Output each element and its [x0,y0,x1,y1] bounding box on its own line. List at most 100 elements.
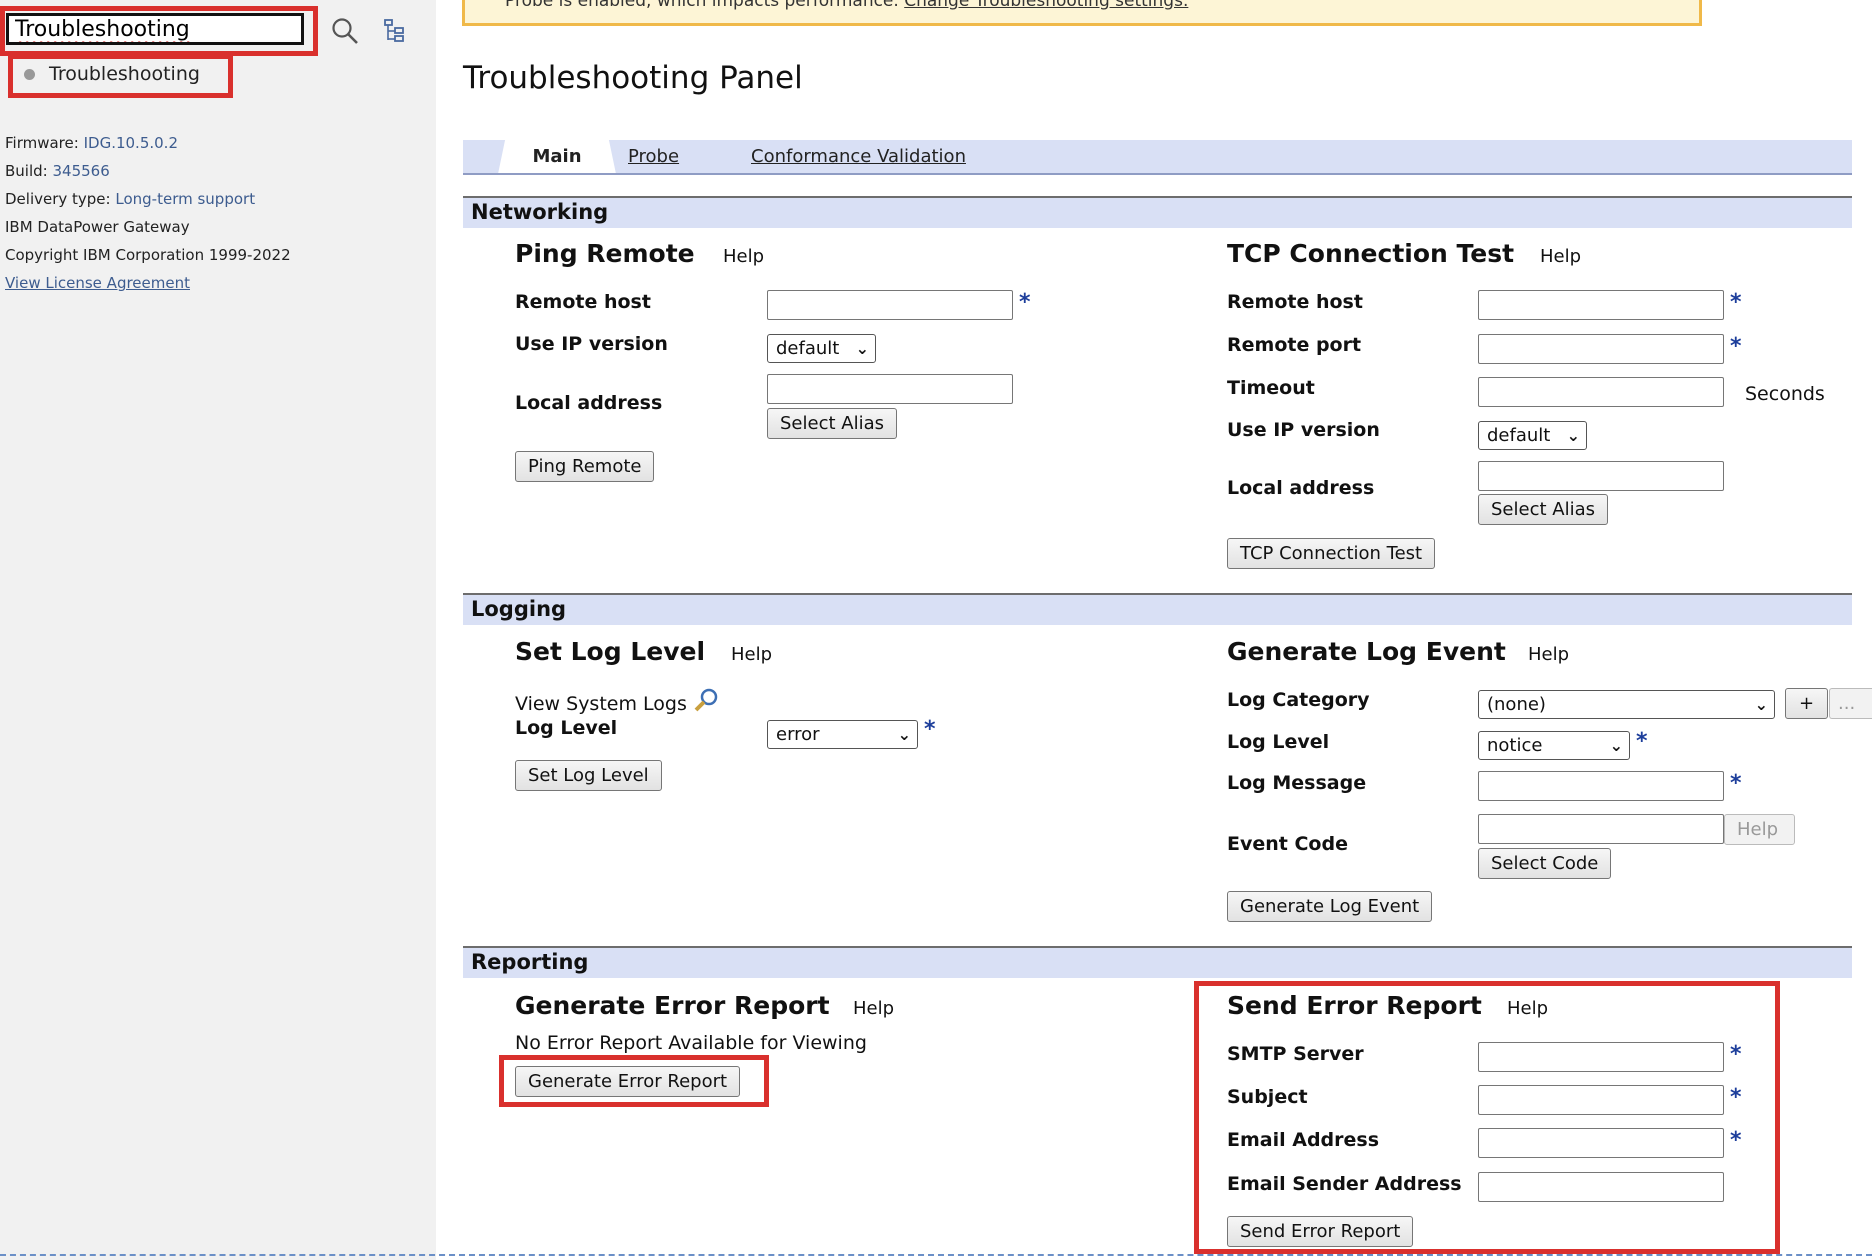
section-logging: Logging [463,593,1852,625]
set-log-level-help[interactable]: Help [731,644,772,665]
tab-bar: Main Probe Conformance Validation [463,140,1852,174]
required-mark: * [1730,771,1742,796]
ping-local-address-input[interactable] [767,374,1013,404]
tcp-test-help[interactable]: Help [1540,246,1581,267]
subject-input[interactable] [1478,1085,1724,1115]
tcp-connection-test-button[interactable]: TCP Connection Test [1227,538,1436,569]
generate-log-event-title: Generate Log Event [1227,637,1506,666]
frame-boundary [0,1254,1872,1256]
magnifier-icon [694,688,718,712]
section-networking: Networking [463,196,1852,228]
required-mark: * [1730,1128,1742,1153]
event-code-label: Event Code [1227,833,1348,855]
nav-item-troubleshooting[interactable]: Troubleshooting [22,61,200,87]
set-log-level-title: Set Log Level [515,637,706,666]
ping-local-address-label: Local address [515,392,663,414]
tcp-remote-port-label: Remote port [1227,334,1362,356]
copyright-text: Copyright IBM Corporation 1999-2022 [5,246,291,264]
ping-remote-title: Ping Remote [515,239,695,268]
tcp-local-address-label: Local address [1227,477,1375,499]
tcp-seconds-unit: Seconds [1745,383,1825,405]
required-mark: * [924,717,936,742]
section-reporting: Reporting [463,946,1852,978]
ping-ip-version-select[interactable]: default ⌄ [767,334,876,363]
edit-category-button[interactable]: ... [1829,688,1872,719]
page-title: Troubleshooting Panel [463,60,803,96]
chevron-down-icon: ⌄ [855,339,869,358]
set-log-level-button[interactable]: Set Log Level [515,760,662,791]
send-report-highlight [1194,981,1780,1254]
ping-select-alias-button[interactable]: Select Alias [767,408,897,439]
chevron-down-icon: ⌄ [1754,695,1768,714]
delivery-type-info: Delivery type: Long-term support [5,190,256,208]
tab-main[interactable]: Main [498,140,616,174]
chevron-down-icon: ⌄ [1566,426,1580,445]
required-mark: * [1019,290,1031,315]
sidebar: Troubleshooting Firmware: IDG.10.5.0.2 B… [0,0,436,1260]
firmware-info: Firmware: IDG.10.5.0.2 [5,134,178,152]
nav-item-label: Troubleshooting [49,63,200,85]
subject-label: Subject [1227,1086,1308,1108]
view-license-link[interactable]: View License Agreement [5,274,190,292]
tab-probe[interactable]: Probe [628,140,679,174]
view-system-logs-link[interactable]: View System Logs [515,686,721,715]
bullet-icon [24,68,35,80]
product-name: IBM DataPower Gateway [5,218,190,236]
ping-remote-host-label: Remote host [515,291,651,313]
license-link-row: View License Agreement [5,274,190,292]
tcp-remote-port-input[interactable] [1478,334,1724,364]
required-mark: * [1730,290,1742,315]
tcp-test-title: TCP Connection Test [1227,239,1515,268]
smtp-server-input[interactable] [1478,1042,1724,1072]
event-code-input[interactable] [1478,814,1724,844]
log-category-label: Log Category [1227,689,1370,711]
generate-error-report-help[interactable]: Help [853,998,894,1019]
search-icon[interactable] [330,16,360,46]
send-error-report-button[interactable]: Send Error Report [1227,1216,1414,1247]
tree-view-icon[interactable] [383,18,407,44]
chevron-down-icon: ⌄ [1609,736,1623,755]
tcp-local-address-input[interactable] [1478,461,1724,491]
tcp-remote-host-label: Remote host [1227,291,1363,313]
tcp-remote-host-input[interactable] [1478,290,1724,320]
email-sender-label: Email Sender Address [1227,1173,1462,1195]
ping-remote-button[interactable]: Ping Remote [515,451,655,482]
chevron-down-icon: ⌄ [897,725,911,744]
set-log-level-select[interactable]: error ⌄ [767,720,918,749]
tcp-ip-version-label: Use IP version [1227,419,1380,441]
build-info: Build: 345566 [5,162,110,180]
event-code-help-button[interactable]: Help [1724,814,1795,845]
search-input[interactable] [6,13,304,45]
ping-ip-version-label: Use IP version [515,333,668,355]
tcp-timeout-label: Timeout [1227,377,1315,399]
send-error-report-help[interactable]: Help [1507,998,1548,1019]
email-address-input[interactable] [1478,1128,1724,1158]
email-sender-input[interactable] [1478,1172,1724,1202]
log-message-input[interactable] [1478,771,1724,801]
tcp-timeout-input[interactable] [1478,377,1724,407]
required-mark: * [1730,334,1742,359]
ping-remote-host-input[interactable] [767,290,1013,320]
select-code-button[interactable]: Select Code [1478,848,1612,879]
change-settings-link[interactable]: Change Troubleshooting settings. [904,0,1188,11]
set-log-level-label: Log Level [515,717,618,739]
tab-conformance-validation[interactable]: Conformance Validation [751,140,966,174]
generate-error-report-title: Generate Error Report [515,991,830,1020]
email-address-label: Email Address [1227,1129,1380,1151]
generate-log-level-select[interactable]: notice ⌄ [1478,731,1630,760]
probe-warning-banner: ⚠ Probe is enabled, which impacts perfor… [462,0,1702,26]
tab-divider [463,173,1852,175]
log-category-select[interactable]: (none) ⌄ [1478,690,1775,719]
generate-error-report-button[interactable]: Generate Error Report [515,1066,741,1097]
tcp-select-alias-button[interactable]: Select Alias [1478,494,1608,525]
required-mark: * [1636,729,1648,754]
generate-log-level-label: Log Level [1227,731,1330,753]
ping-remote-help[interactable]: Help [723,246,764,267]
add-category-button[interactable]: + [1785,688,1829,719]
smtp-server-label: SMTP Server [1227,1043,1364,1065]
tcp-ip-version-select[interactable]: default ⌄ [1478,421,1587,450]
log-message-label: Log Message [1227,772,1367,794]
generate-log-event-button[interactable]: Generate Log Event [1227,891,1433,922]
required-mark: * [1730,1042,1742,1067]
generate-log-event-help[interactable]: Help [1528,644,1569,665]
